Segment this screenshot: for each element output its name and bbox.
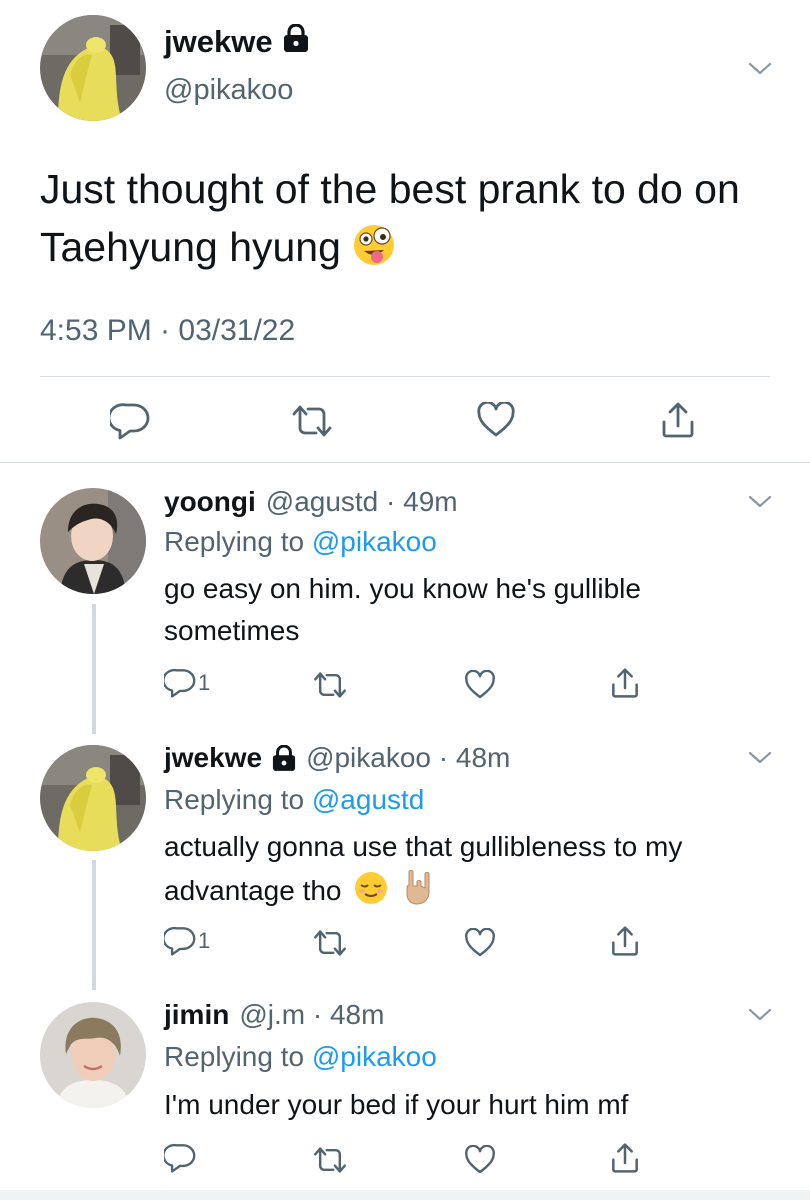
comment-icon [164, 1143, 196, 1173]
share-button[interactable] [660, 400, 696, 440]
avatar-yoongi[interactable] [40, 488, 146, 594]
reply-text: actually gonna use that gullibleness to … [164, 826, 774, 918]
reply-count: 1 [198, 670, 211, 695]
replying-to-link[interactable]: @pikakoo [312, 1041, 437, 1072]
share-icon [610, 666, 640, 700]
main-display-name[interactable]: jwekwe [164, 23, 309, 60]
reply-text: I'm under your bed if your hurt him mf [164, 1089, 629, 1120]
replying-prefix: Replying to [164, 784, 305, 815]
reply-button[interactable] [164, 1143, 196, 1173]
replying-to-link[interactable]: @pikakoo [312, 526, 437, 557]
handle-and-time[interactable]: @pikakoo · 48m [306, 742, 510, 774]
chevron-down-icon[interactable] [745, 486, 775, 516]
avatar-jwekwe[interactable] [40, 745, 146, 851]
share-button[interactable] [610, 666, 640, 700]
retweet-button[interactable] [312, 929, 348, 957]
divider [40, 376, 770, 377]
tweet-timestamp[interactable]: 4:53 PM · 03/31/22 [40, 314, 295, 348]
relieved-face-emoji-icon [353, 870, 389, 918]
bottom-bar [0, 1190, 810, 1200]
chevron-down-icon[interactable] [745, 999, 775, 1029]
chevron-down-icon[interactable] [745, 742, 775, 772]
retweet-button[interactable] [312, 1146, 348, 1174]
reply-count: 1 [198, 928, 211, 953]
share-button[interactable] [610, 924, 640, 958]
zany-face-emoji-icon [352, 223, 396, 282]
lock-icon [272, 745, 296, 771]
like-button[interactable] [464, 928, 496, 958]
thread-line [92, 604, 96, 734]
handle-and-time[interactable]: @j.m · 48m [239, 999, 384, 1031]
reply-header-yoongi: yoongi @agustd · 49m [164, 486, 458, 518]
display-name[interactable]: jimin [164, 999, 229, 1031]
divider [0, 462, 810, 463]
retweet-icon [312, 929, 348, 957]
retweet-icon [290, 404, 334, 438]
comment-icon [110, 402, 150, 440]
heart-icon [476, 402, 516, 438]
like-button[interactable] [476, 402, 516, 438]
display-name[interactable]: yoongi [164, 486, 256, 518]
reply-text: go easy on him. you know he's gullible s… [164, 573, 641, 646]
like-button[interactable] [464, 1145, 496, 1175]
share-button[interactable] [610, 1141, 640, 1175]
comment-icon [164, 668, 196, 698]
main-tweet-text: Just thought of the best prank to do on … [40, 160, 760, 282]
share-icon [660, 400, 696, 440]
heart-icon [464, 928, 496, 958]
replying-to: Replying to @pikakoo [164, 1041, 437, 1073]
reply-header-jimin: jimin @j.m · 48m [164, 999, 384, 1031]
avatar-jimin[interactable] [40, 1002, 146, 1108]
replying-prefix: Replying to [164, 1041, 305, 1072]
retweet-icon [312, 671, 348, 699]
replying-to-link[interactable]: @agustd [312, 784, 425, 815]
replying-to: Replying to @agustd [164, 784, 424, 816]
comment-icon [164, 926, 196, 956]
reply-button[interactable] [110, 402, 150, 440]
heart-icon [464, 670, 496, 700]
handle-and-time[interactable]: @agustd · 49m [266, 486, 458, 518]
replying-prefix: Replying to [164, 526, 305, 557]
reply-header-jwekwe: jwekwe @pikakoo · 48m [164, 742, 510, 774]
retweet-icon [312, 1146, 348, 1174]
replying-to: Replying to @pikakoo [164, 526, 437, 558]
chevron-down-icon[interactable] [745, 53, 775, 83]
share-icon [610, 924, 640, 958]
heart-icon [464, 1145, 496, 1175]
like-button[interactable] [464, 670, 496, 700]
main-handle[interactable]: @pikakoo [164, 74, 293, 107]
reply-button[interactable]: 1 [164, 926, 210, 956]
retweet-button[interactable] [290, 404, 334, 438]
avatar-jwekwe[interactable] [40, 15, 146, 121]
reply-button[interactable]: 1 [164, 668, 210, 698]
thread-line [92, 860, 96, 990]
rock-on-hand-emoji-icon [401, 868, 437, 918]
lock-icon [283, 23, 309, 60]
display-name[interactable]: jwekwe [164, 742, 262, 774]
share-icon [610, 1141, 640, 1175]
display-name-text: jwekwe [164, 24, 273, 59]
retweet-button[interactable] [312, 671, 348, 699]
